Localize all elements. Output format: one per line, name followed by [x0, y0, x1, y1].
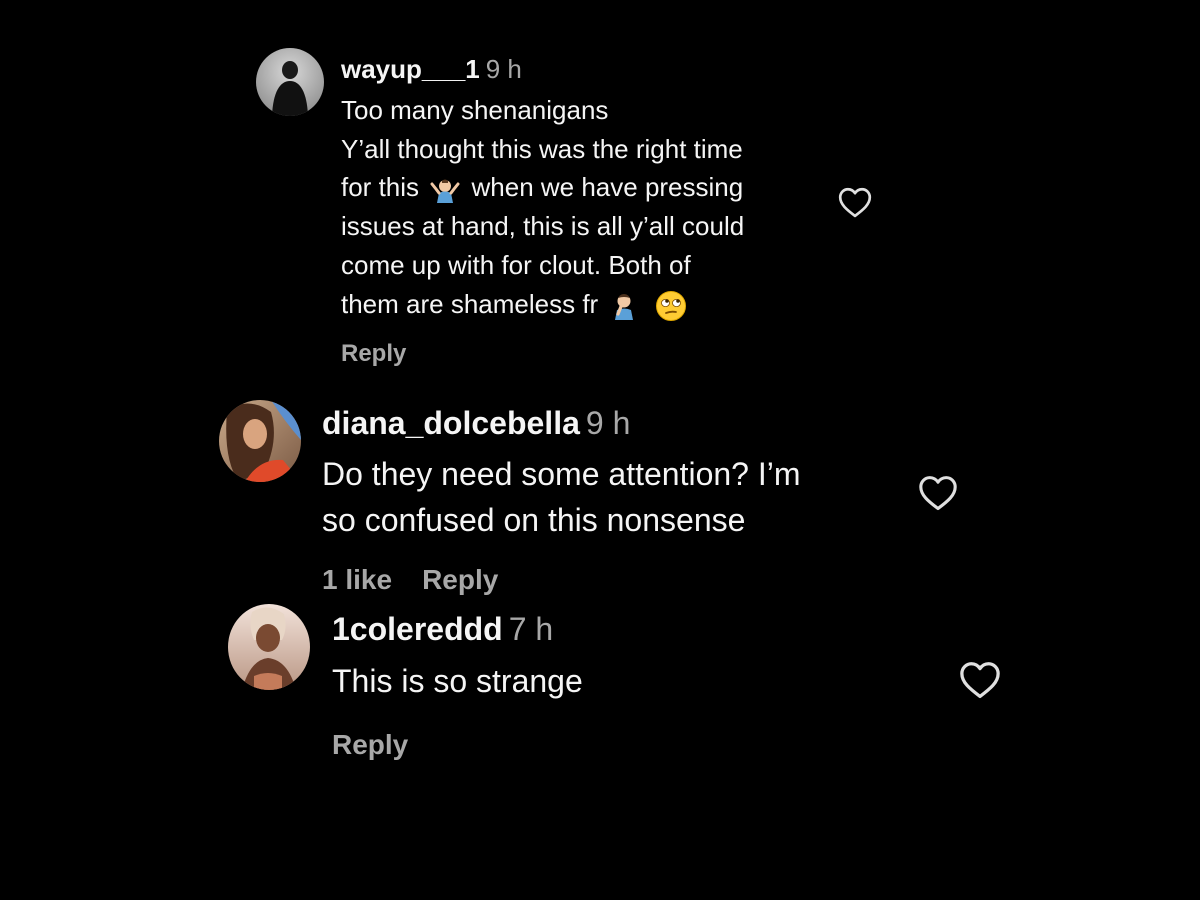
comment-line: Y’all thought this was the right time	[341, 133, 743, 164]
avatar[interactable]	[256, 48, 324, 116]
face-with-rolling-eyes-emoji	[655, 290, 687, 322]
reply-button[interactable]: Reply	[422, 564, 498, 595]
comment-line: so confused on this nonsense	[322, 502, 746, 538]
avatar-image	[228, 604, 310, 690]
person-shrugging-emoji	[430, 177, 460, 203]
timestamp: 7 h	[508, 611, 554, 647]
comment-text: Do they need some attention? I’m so conf…	[322, 451, 801, 543]
username[interactable]: wayup___1	[341, 54, 480, 84]
comment-line: issues at hand, this is all y’all could	[341, 211, 745, 242]
username[interactable]: 1colereddd	[332, 611, 503, 647]
comment-line-part: when we have pressing	[471, 172, 744, 203]
comment-line: This is so strange	[332, 663, 583, 699]
timestamp: 9 h	[485, 54, 522, 84]
comment-line: Too many shenanigans	[341, 95, 609, 125]
comment-line-part: them are shameless fr	[341, 288, 599, 319]
comment-line: come up with for clout. Both of	[341, 249, 691, 280]
comment-header: 1colereddd 7 h	[332, 611, 553, 648]
comment-actions: 1 like Reply	[322, 564, 528, 596]
heart-outline-icon	[838, 187, 872, 218]
reply-button[interactable]: Reply	[341, 340, 406, 367]
avatar-image	[219, 400, 301, 482]
avatar[interactable]	[228, 604, 310, 690]
person-facepalming-emoji	[609, 292, 639, 320]
avatar-image	[256, 48, 324, 116]
comment-actions: Reply	[341, 340, 436, 368]
timestamp: 9 h	[585, 405, 631, 441]
comment-text: This is so strange	[332, 659, 583, 703]
comment-line: for this when we have pressing	[341, 168, 744, 207]
comment-actions: Reply	[332, 729, 438, 761]
heart-outline-icon	[960, 662, 1000, 699]
comment-header: diana_dolcebella 9 h	[322, 405, 630, 442]
comment-line: them are shameless fr	[341, 285, 744, 324]
username[interactable]: diana_dolcebella	[322, 405, 580, 441]
like-button[interactable]	[838, 187, 872, 218]
comment-text: Too many shenanigans Y’all thought this …	[341, 91, 744, 323]
reply-button[interactable]: Reply	[332, 729, 408, 760]
comment-line-part: for this	[341, 172, 420, 203]
comment-header: wayup___1 9 h	[341, 54, 522, 85]
like-button[interactable]	[959, 661, 1001, 699]
avatar[interactable]	[219, 400, 301, 482]
like-button[interactable]	[918, 475, 958, 511]
likes-count[interactable]: 1 like	[322, 564, 392, 595]
comment-line: Do they need some attention? I’m	[322, 456, 801, 492]
heart-outline-icon	[919, 476, 957, 511]
